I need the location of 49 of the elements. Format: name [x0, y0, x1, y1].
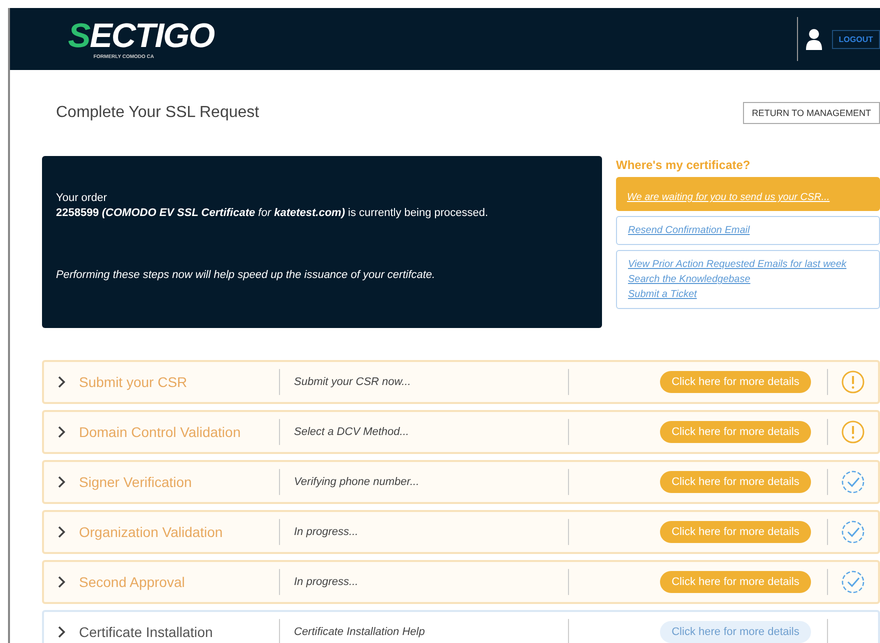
step-status: Select a DCV Method...	[293, 426, 410, 438]
step-title: Signer Verification	[79, 474, 193, 490]
step-title: Certificate Installation	[79, 624, 214, 640]
details-button[interactable]: Click here for more details	[660, 521, 811, 543]
help-title: Where's my certificate?	[616, 158, 752, 172]
resend-link[interactable]: Resend Confirmation Email	[628, 225, 750, 236]
csr-link[interactable]: We are waiting for you to send us your CSR...	[627, 192, 830, 203]
step-title: Domain Control Validation	[79, 424, 242, 440]
step-status: Certificate Installation Help	[293, 626, 426, 638]
step-status: Verifying phone number...	[293, 476, 420, 488]
details-button[interactable]: Click here for more details	[660, 471, 811, 493]
user-icon[interactable]	[806, 28, 822, 50]
help-link[interactable]: Submit a Ticket	[628, 289, 697, 300]
details-button[interactable]: Click here for more details	[660, 371, 811, 393]
help-link[interactable]: Search the Knowledgebase	[628, 274, 750, 285]
logo: SECTIGO	[68, 18, 214, 54]
order-intro: Your order	[56, 192, 108, 204]
return-button[interactable]: RETURN TO MANAGEMENT	[742, 102, 880, 124]
step-status: Submit your CSR now...	[293, 376, 412, 388]
step-status: In progress...	[293, 576, 360, 588]
chevron-icon	[58, 476, 66, 488]
order-note: Performing these steps now will help speed up the issuance of your certifcate.	[56, 269, 436, 281]
help-link[interactable]: View Prior Action Requested Emails for last week	[628, 259, 846, 270]
step-title: Second Approval	[79, 574, 186, 590]
details-button[interactable]: Click here for more details	[660, 621, 811, 643]
details-button[interactable]: Click here for more details	[660, 421, 811, 443]
step-title: Organization Validation	[79, 524, 224, 540]
chevron-icon	[58, 526, 66, 538]
step-row[interactable]: Signer Verification Verifying phone number... Click here for more details	[42, 460, 880, 504]
step-row[interactable]: Submit your CSR Submit your CSR now... Click here for more details	[42, 360, 880, 404]
step-status: In progress...	[293, 526, 360, 538]
logout-button[interactable]: LOGOUT	[832, 30, 880, 48]
step-row[interactable]: Domain Control Validation Select a DCV Method... Click here for more details	[42, 410, 880, 454]
step-row[interactable]: Second Approval In progress... Click here for more details	[42, 560, 880, 604]
order-status: 2258599 (COMODO EV SSL Certificate for katetest.com) is currently being processed.	[56, 207, 490, 219]
step-row[interactable]: Certificate Installation Certificate Installation Help Click here for more details	[42, 610, 880, 643]
exclamation-icon	[841, 370, 865, 394]
chevron-icon	[58, 576, 66, 588]
chevron-icon	[58, 376, 66, 388]
step-title: Submit your CSR	[79, 374, 188, 390]
check-circle-icon	[841, 470, 865, 494]
chevron-icon	[58, 626, 66, 638]
details-button[interactable]: Click here for more details	[660, 571, 811, 593]
check-circle-icon	[841, 520, 865, 544]
check-circle-icon	[841, 570, 865, 594]
page-title: Complete Your SSL Request	[56, 104, 260, 122]
step-row[interactable]: Organization Validation In progress... Click here for more details	[42, 510, 880, 554]
chevron-icon	[58, 426, 66, 438]
exclamation-icon	[841, 420, 865, 444]
